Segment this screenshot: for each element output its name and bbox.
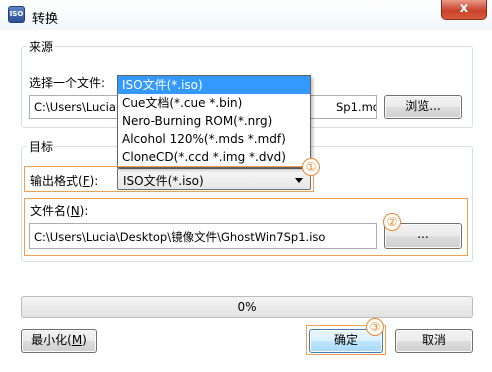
cancel-button[interactable]: 取消: [395, 329, 473, 353]
source-file-path-left: C:\Users\Lucia: [34, 100, 116, 114]
source-file-path-right: Sp1.mdf: [336, 100, 376, 114]
minimize-label-suffix: ): [82, 333, 87, 347]
dropdown-option-mds[interactable]: Alcohol 120%(*.mds *.mdf): [118, 130, 310, 148]
convert-dialog: ISO 转换 x 来源 选择一个文件: C:\Users\Lucia Sp1.m…: [0, 0, 492, 372]
format-dropdown-list[interactable]: ISO文件(*.iso) Cue文档(*.cue *.bin) Nero-Bur…: [117, 75, 311, 168]
app-icon: ISO: [8, 6, 25, 23]
output-format-highlight: [24, 166, 314, 192]
browse-button[interactable]: 浏览...: [384, 95, 462, 119]
progress-bar: 0%: [21, 296, 473, 318]
step-3-marker: ③: [366, 318, 384, 336]
source-group-title: 来源: [27, 38, 56, 55]
filename-highlight: [24, 198, 468, 256]
dropdown-option-iso[interactable]: ISO文件(*.iso): [118, 76, 310, 94]
app-icon-text: ISO: [9, 10, 24, 18]
dropdown-option-nrg[interactable]: Nero-Burning ROM(*.nrg): [118, 112, 310, 130]
dropdown-option-cue[interactable]: Cue文档(*.cue *.bin): [118, 94, 310, 112]
minimize-label: 最小化(: [31, 333, 72, 347]
step-1-marker: ①: [302, 158, 320, 176]
window-title: 转换: [32, 12, 59, 27]
minimize-button[interactable]: 最小化(M): [21, 329, 97, 353]
minimize-accesskey: M: [71, 333, 83, 347]
dropdown-option-ccd[interactable]: CloneCD(*.ccd *.img *.dvd): [118, 148, 310, 166]
title-bar: ISO 转换 x: [0, 0, 492, 30]
choose-file-label: 选择一个文件:: [29, 76, 106, 90]
target-group-title: 目标: [27, 138, 56, 155]
close-button[interactable]: x: [441, 0, 487, 20]
step-2-marker: ②: [383, 213, 401, 231]
progress-text: 0%: [237, 300, 257, 314]
